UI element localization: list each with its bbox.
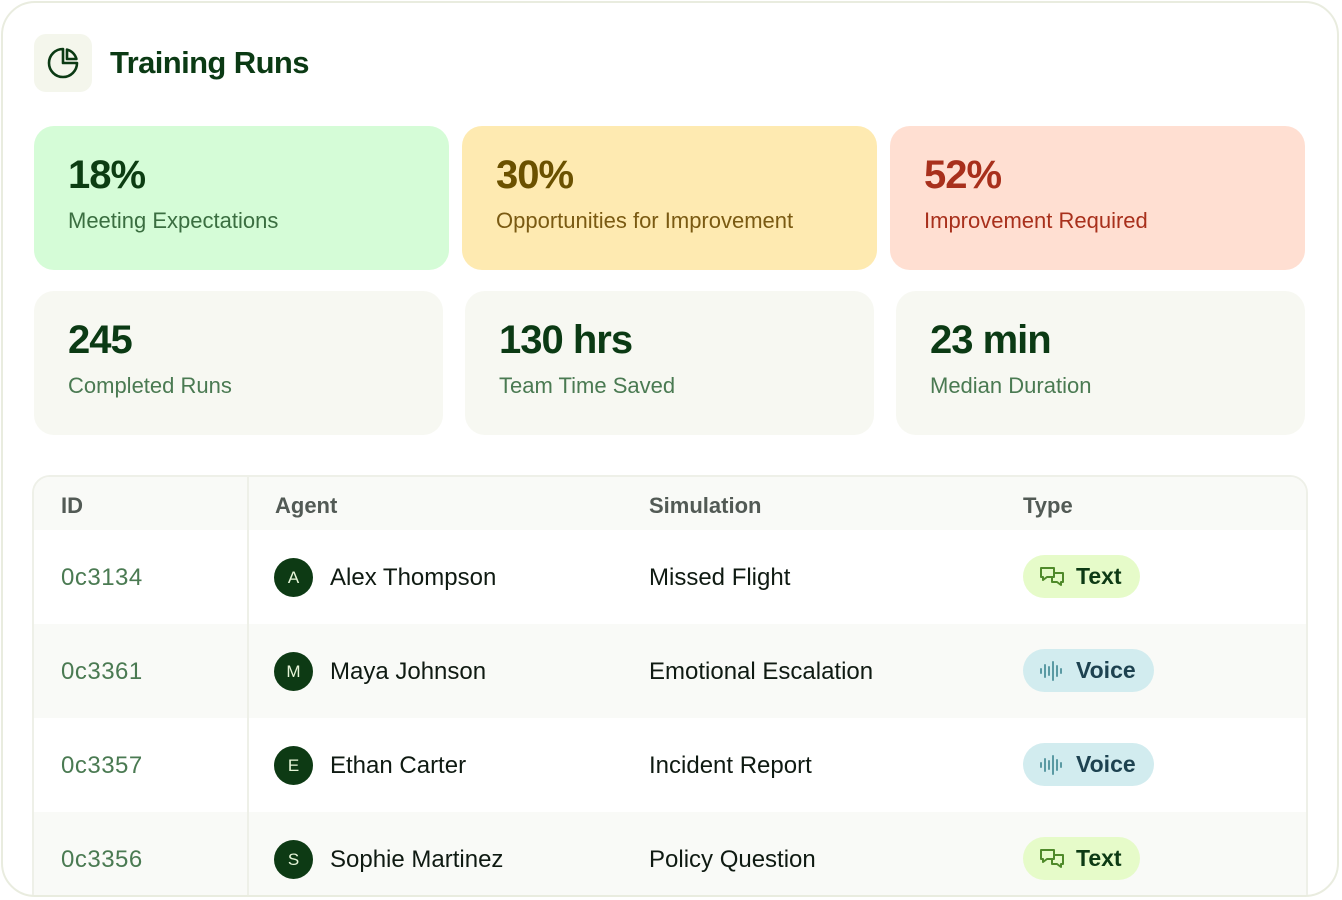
avatar: S	[274, 840, 313, 879]
table-row[interactable]: 0c3357 E Ethan Carter Incident Report Vo…	[34, 718, 1306, 812]
score-label: Opportunities for Improvement	[496, 208, 794, 233]
metric-card-team-time-saved: 130 hrs Team Time Saved	[465, 291, 874, 435]
metric-card-median-duration: 23 min Median Duration	[896, 291, 1305, 435]
score-card-improvement-required: 52% Improvement Required	[890, 126, 1305, 270]
score-value: 30%	[496, 153, 574, 197]
table-row[interactable]: 0c3361 M Maya Johnson Emotional Escalati…	[34, 624, 1306, 718]
agent-name: Ethan Carter	[330, 751, 467, 779]
agent-cell: A Alex Thompson	[274, 558, 496, 597]
table-row[interactable]: 0c3356 S Sophie Martinez Policy Question…	[34, 812, 1306, 895]
simulation-name: Incident Report	[649, 752, 812, 779]
column-header-agent[interactable]: Agent	[275, 493, 337, 519]
metric-label: Completed Runs	[68, 373, 232, 398]
simulation-name: Policy Question	[649, 846, 816, 873]
type-badge: Voice	[1023, 743, 1154, 786]
column-header-simulation[interactable]: Simulation	[649, 493, 761, 519]
table-row[interactable]: 0c3134 A Alex Thompson Missed Flight Tex…	[34, 530, 1306, 624]
column-header-id[interactable]: ID	[61, 493, 83, 519]
score-card-meeting-expectations: 18% Meeting Expectations	[34, 126, 449, 270]
agent-cell: E Ethan Carter	[274, 746, 466, 785]
simulation-name: Emotional Escalation	[649, 658, 874, 685]
type-badge: Voice	[1023, 649, 1154, 692]
score-value: 52%	[924, 153, 1002, 197]
score-value: 18%	[68, 153, 146, 197]
score-card-opportunities: 30% Opportunities for Improvement	[462, 126, 877, 270]
type-label: Text	[1076, 845, 1122, 871]
agent-cell: S Sophie Martinez	[274, 840, 503, 879]
metric-label: Median Duration	[930, 373, 1092, 398]
table-header: ID Agent Simulation Type	[34, 477, 1306, 530]
column-header-type[interactable]: Type	[1023, 493, 1073, 519]
metric-value: 130 hrs	[499, 318, 633, 362]
type-label: Voice	[1076, 751, 1136, 777]
training-runs-card: Training Runs 18% Meeting Expectations 3…	[1, 1, 1339, 897]
type-label: Voice	[1076, 657, 1136, 683]
metric-card-completed-runs: 245 Completed Runs	[34, 291, 443, 435]
agent-name: Alex Thompson	[330, 563, 497, 591]
column-divider	[247, 477, 249, 895]
agent-cell: M Maya Johnson	[274, 652, 486, 691]
run-id[interactable]: 0c3356	[61, 846, 143, 874]
metric-label: Team Time Saved	[499, 373, 676, 398]
run-id[interactable]: 0c3361	[61, 658, 143, 686]
chat-icon	[1039, 847, 1065, 871]
metric-value: 245	[68, 318, 133, 362]
runs-table: ID Agent Simulation Type 0c3134 A Alex T…	[32, 475, 1308, 895]
metric-value: 23 min	[930, 318, 1052, 362]
avatar: A	[274, 558, 313, 597]
run-id[interactable]: 0c3134	[61, 564, 143, 592]
run-id[interactable]: 0c3357	[61, 752, 143, 780]
avatar: M	[274, 652, 313, 691]
waveform-icon	[1039, 659, 1065, 683]
score-label: Meeting Expectations	[68, 208, 279, 233]
score-label: Improvement Required	[924, 208, 1148, 233]
type-badge: Text	[1023, 555, 1140, 598]
avatar: E	[274, 746, 313, 785]
agent-name: Sophie Martinez	[330, 845, 504, 873]
pie-chart-icon	[34, 34, 92, 92]
card-header: Training Runs	[34, 34, 309, 92]
type-badge: Text	[1023, 837, 1140, 880]
chat-icon	[1039, 565, 1065, 589]
waveform-icon	[1039, 753, 1065, 777]
agent-name: Maya Johnson	[330, 657, 487, 685]
page-title: Training Runs	[110, 45, 309, 80]
type-label: Text	[1076, 563, 1122, 589]
simulation-name: Missed Flight	[649, 564, 791, 591]
